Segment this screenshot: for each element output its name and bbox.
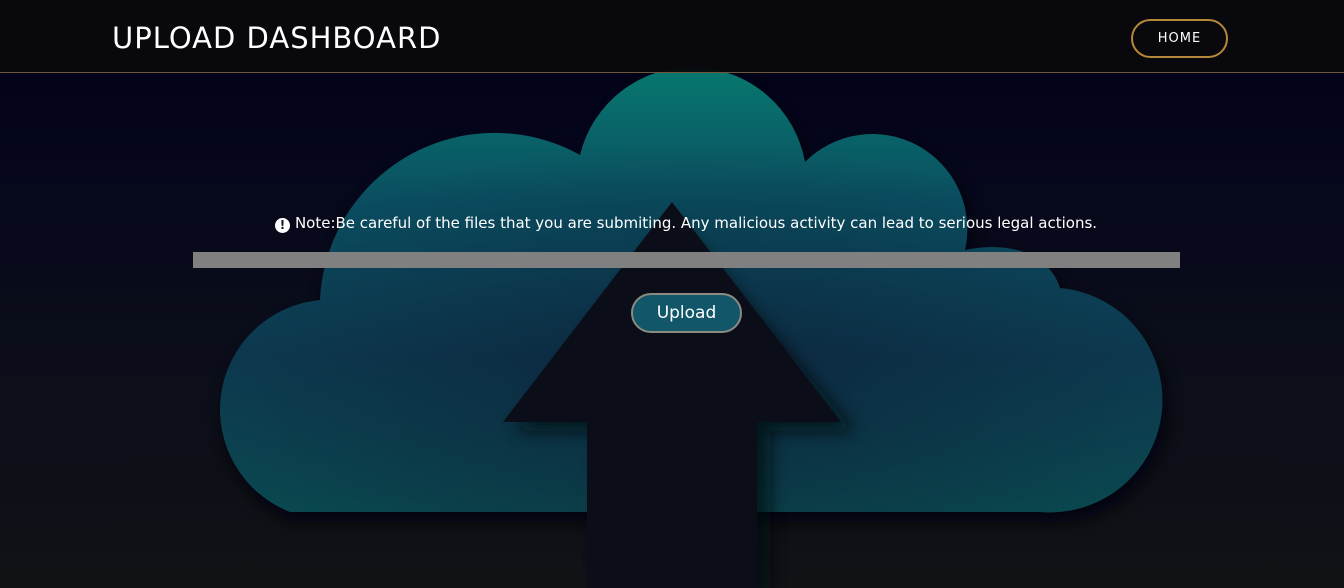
upload-dashboard-page: UPLOAD DASHBOARD HOME ! Note:Be careful o… bbox=[0, 0, 1344, 588]
top-navbar: UPLOAD DASHBOARD HOME bbox=[0, 0, 1344, 73]
page-title: UPLOAD DASHBOARD bbox=[112, 21, 442, 55]
upload-button[interactable]: Upload bbox=[631, 293, 742, 333]
file-input[interactable] bbox=[193, 252, 1180, 268]
home-button[interactable]: HOME bbox=[1131, 19, 1228, 58]
exclamation-circle-icon: ! bbox=[274, 218, 290, 233]
warning-note-text: Note:Be careful of the files that you ar… bbox=[294, 214, 1098, 232]
warning-note: ! Note:Be careful of the files that you a… bbox=[0, 212, 1344, 234]
